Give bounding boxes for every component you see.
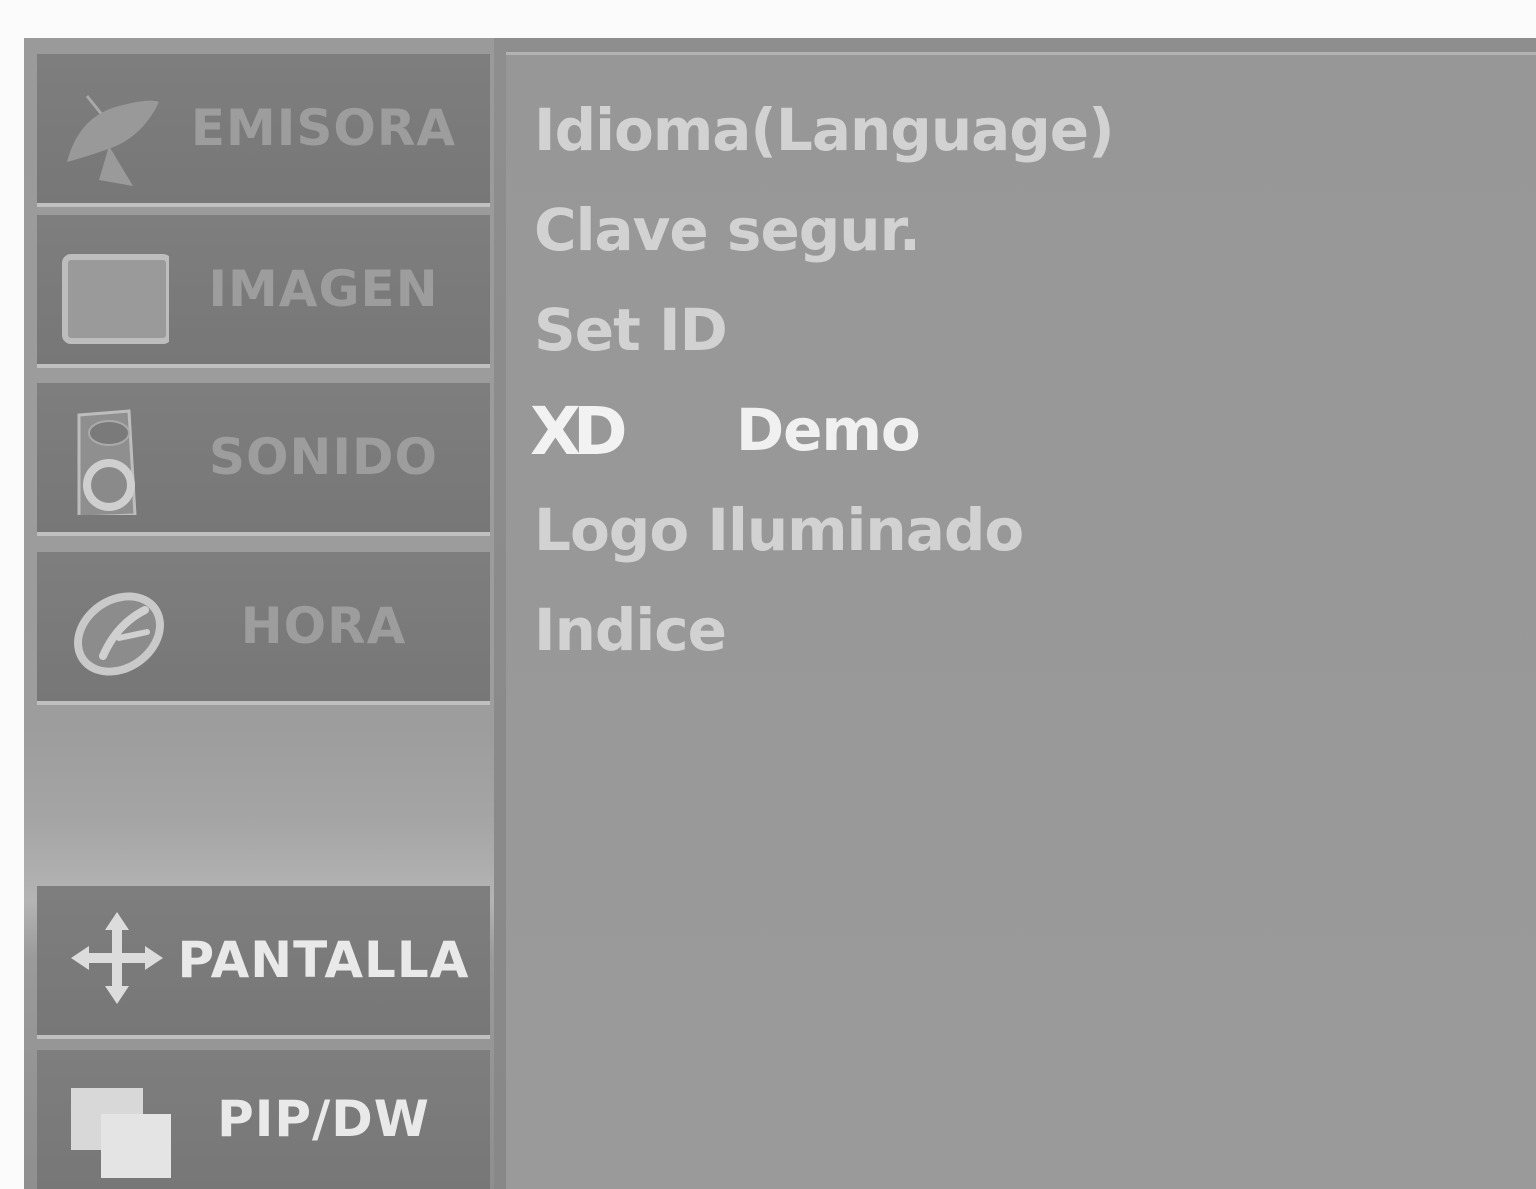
menu-item-pip-dw[interactable]: PIP/DW [37, 1050, 490, 1189]
menu-item-emisora[interactable]: EMISORA [37, 54, 490, 207]
option-indice[interactable]: Indice [534, 585, 727, 675]
overlapping-windows-icon [71, 1088, 171, 1178]
menu-item-sonido[interactable]: SONIDO [37, 383, 490, 536]
menu-item-hora[interactable]: HORA [37, 552, 490, 705]
menu-item-label: PANTALLA [177, 931, 470, 989]
menu-item-label: EMISORA [190, 99, 457, 157]
speaker-icon [77, 409, 137, 515]
option-label: Idioma(Language) [534, 96, 1115, 164]
menu-item-pantalla[interactable]: PANTALLA [37, 886, 490, 1039]
option-label: Logo Iluminado [534, 496, 1024, 564]
clock-icon [74, 592, 164, 676]
option-xd-demo[interactable]: XD Demo [528, 385, 921, 475]
option-label: Clave segur. [534, 196, 921, 264]
option-label: Set ID [534, 296, 728, 364]
menu-item-label: SONIDO [209, 428, 438, 486]
options-panel: Idioma(Language) Clave segur. Set ID XD … [506, 52, 1536, 1189]
option-clave-segur[interactable]: Clave segur. [534, 185, 921, 275]
osd-menu: EMISORA IMAGEN SONIDO HORA PANTALLA PIP/… [24, 38, 1536, 1189]
option-label: Demo [736, 396, 921, 464]
tv-screen-icon [62, 254, 169, 344]
menu-item-label: IMAGEN [208, 260, 439, 318]
option-idioma[interactable]: Idioma(Language) [534, 85, 1115, 175]
menu-item-label: PIP/DW [217, 1090, 430, 1148]
option-label: Indice [534, 596, 727, 664]
svg-text:XD: XD [530, 398, 625, 460]
option-set-id[interactable]: Set ID [534, 285, 728, 375]
option-logo-iluminado[interactable]: Logo Iluminado [534, 485, 1024, 575]
menu-item-imagen[interactable]: IMAGEN [37, 215, 490, 368]
menu-item-label: HORA [240, 597, 407, 655]
category-sidebar: EMISORA IMAGEN SONIDO HORA PANTALLA PIP/… [24, 38, 494, 1189]
xd-logo: XD [530, 398, 633, 460]
move-arrows-icon [71, 912, 163, 1004]
satellite-dish-icon [67, 95, 159, 186]
